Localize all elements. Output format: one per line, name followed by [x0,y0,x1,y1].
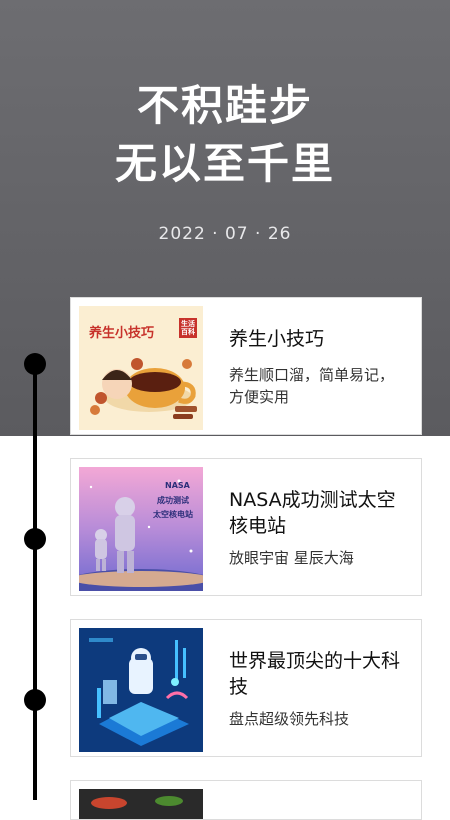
article-card-nasa[interactable]: NASA 成功测试 太空核电站 NASA成功测试太空核电站 放眼宇宙 星辰大海 [70,458,422,596]
article-thumbnail-partial [79,789,203,819]
thumbnail-badge: 生活百科 [179,318,197,338]
hero-date: 2022 · 07 · 26 [158,224,292,244]
article-thumbnail-tech [79,628,203,752]
article-card-health-tips[interactable]: 养生小技巧 生活百科 养生小技巧 养生顺口溜，简单易记，方便实用 [70,297,422,435]
article-subtitle: 养生顺口溜，简单易记，方便实用 [229,366,395,406]
article-thumbnail-nasa: NASA 成功测试 太空核电站 [79,467,203,591]
hero-title-line2: 无以至千里 [114,139,335,188]
hero-title-line1: 不积跬步 [136,81,313,130]
article-subtitle: 盘点超级领先科技 [229,710,350,728]
thumbnail-line2-text: 成功测试 [157,496,189,505]
thumbnail-line3-text: 太空核电站 [153,510,193,519]
article-title: 养生小技巧 [229,328,325,350]
article-thumbnail-health: 养生小技巧 生活百科 [79,306,203,430]
timeline-line [33,362,37,800]
article-title: NASA成功测试太空核电站 [229,489,396,537]
thumbnail-title-text: 养生小技巧 [89,326,155,341]
timeline-dot [24,689,46,711]
timeline-dot [24,528,46,550]
thumbnail-nasa-text: NASA [165,481,190,490]
article-card-top-tech[interactable]: 世界最顶尖的十大科技 盘点超级领先科技 [70,619,422,757]
timeline-dot [24,353,46,375]
article-title: 世界最顶尖的十大科技 [229,650,401,698]
article-card-partial[interactable] [70,780,422,820]
article-subtitle: 放眼宇宙 星辰大海 [229,549,354,567]
